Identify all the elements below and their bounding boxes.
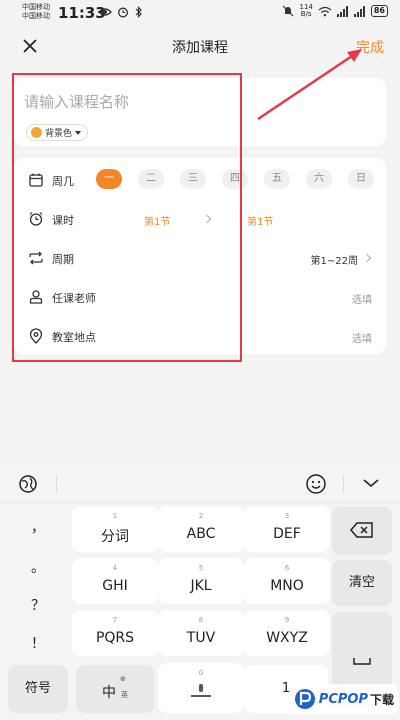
symbols-button[interactable]: 符号	[8, 665, 68, 713]
bg-color-picker[interactable]: 背景色	[26, 124, 89, 141]
weeks-row[interactable]: 周期 第1~22周	[14, 238, 386, 277]
teacher-icon	[29, 290, 43, 304]
key-5[interactable]: 5 JKL	[158, 558, 244, 604]
backspace-icon	[350, 522, 373, 538]
caret-down-icon	[75, 130, 82, 135]
screen: 中国移动 中国移动 11:33 114 B/s 86 添加课程 完成 请输入课程…	[0, 0, 400, 720]
keyboard: ， 。 ？ ！ 1 分词 2 ABC 3 DEF 4 GHI 5 JKL 6 MNO 7 PQ…	[0, 465, 400, 720]
watermark-logo: PCPOP 下载	[288, 684, 398, 714]
punct-key-period[interactable]: 。	[16, 557, 60, 577]
backspace-button[interactable]	[332, 507, 392, 555]
carrier-info: 中国移动 中国移动	[22, 3, 50, 20]
punct-key-question[interactable]: ？	[16, 595, 60, 615]
clear-button[interactable]: 清空	[332, 560, 392, 606]
done-button[interactable]: 完成	[356, 37, 384, 57]
teacher-label: 任课老师	[52, 292, 96, 305]
period-label: 课时	[52, 214, 74, 227]
key-2[interactable]: 2 ABC	[158, 506, 244, 552]
period-start[interactable]: 第1节	[144, 213, 170, 228]
status-icons	[98, 6, 143, 18]
keyboard-toolbar	[0, 465, 400, 503]
weekday-selector: 一 二 三 四 五 六 日	[96, 169, 374, 189]
language-globe-icon: ⊕	[120, 675, 126, 683]
punct-key-comma[interactable]: ，	[16, 517, 60, 537]
app-header: 添加课程 完成	[0, 28, 400, 64]
weeks-value: 第1~22周	[310, 256, 358, 267]
eye-icon	[98, 8, 112, 16]
punct-key-exclaim[interactable]: ！	[16, 633, 60, 653]
page-title: 添加课程	[172, 40, 228, 56]
collapse-keyboard-icon[interactable]	[362, 477, 380, 489]
course-name-input[interactable]	[24, 93, 324, 111]
microphone-icon	[191, 684, 211, 697]
signal-icon	[336, 5, 348, 17]
room-row[interactable]: 教室地点 选填	[14, 316, 386, 355]
network-speed: 114 B/s	[299, 3, 313, 18]
weekday-sat[interactable]: 六	[306, 169, 332, 189]
toolbar-divider	[343, 475, 344, 493]
room-input[interactable]: 选填	[352, 330, 372, 345]
key-9[interactable]: 9 WXYZ	[244, 610, 330, 656]
globe-icon[interactable]	[18, 474, 38, 494]
bg-color-label: 背景色	[45, 129, 73, 139]
bg-color-swatch	[31, 127, 42, 138]
key-4[interactable]: 4 GHI	[72, 558, 158, 604]
bluetooth-icon	[135, 6, 142, 18]
teacher-row[interactable]: 任课老师 选填	[14, 277, 386, 316]
course-details-card: 周几 一 二 三 四 五 六 日 课时 第1节 第1节 周期 第1~22周 任课…	[14, 158, 386, 354]
key-6[interactable]: 6 MNO	[244, 558, 330, 604]
key-7[interactable]: 7 PQRS	[72, 610, 158, 656]
status-bar: 中国移动 中国移动 11:33 114 B/s 86	[0, 0, 400, 26]
chevron-right-icon	[202, 214, 212, 224]
battery-indicator: 86	[370, 5, 388, 17]
space-key[interactable]: 0	[158, 663, 244, 713]
pcpop-logo-icon	[294, 689, 315, 709]
language-switch-button[interactable]: 中 ⊕ 英	[76, 665, 154, 713]
alarm-icon	[118, 7, 128, 18]
weekday-row: 周几 一 二 三 四 五 六 日	[14, 160, 386, 199]
weekday-sun[interactable]: 日	[348, 169, 374, 189]
weekday-fri[interactable]: 五	[264, 169, 290, 189]
space-bar-icon	[353, 658, 371, 665]
key-8[interactable]: 8 TUV	[158, 610, 244, 656]
room-label: 教室地点	[52, 331, 96, 344]
mute-icon	[283, 5, 294, 17]
status-right: 114 B/s 86	[282, 4, 388, 18]
repeat-icon	[29, 251, 43, 265]
course-name-card: 背景色	[14, 78, 386, 146]
teacher-input[interactable]: 选填	[352, 291, 372, 306]
key-1[interactable]: 1 分词	[72, 506, 158, 552]
location-pin-icon	[29, 328, 43, 344]
period-row[interactable]: 课时 第1节 第1节	[14, 199, 386, 238]
toolbar-divider	[56, 475, 57, 493]
wifi-icon	[318, 6, 332, 16]
emoji-icon[interactable]	[305, 473, 327, 495]
weekday-mon[interactable]: 一	[96, 169, 122, 189]
clock-icon	[29, 212, 43, 226]
signal-icon-2	[353, 5, 365, 17]
key-3[interactable]: 3 DEF	[244, 506, 330, 552]
weekday-thu[interactable]: 四	[222, 169, 248, 189]
weeks-label: 周期	[52, 253, 74, 266]
weekday-tue[interactable]: 二	[138, 169, 164, 189]
chevron-right-icon	[362, 253, 372, 263]
weekday-wed[interactable]: 三	[180, 169, 206, 189]
calendar-icon	[29, 173, 43, 187]
weekday-label: 周几	[52, 175, 74, 188]
period-end[interactable]: 第1节	[247, 213, 273, 228]
